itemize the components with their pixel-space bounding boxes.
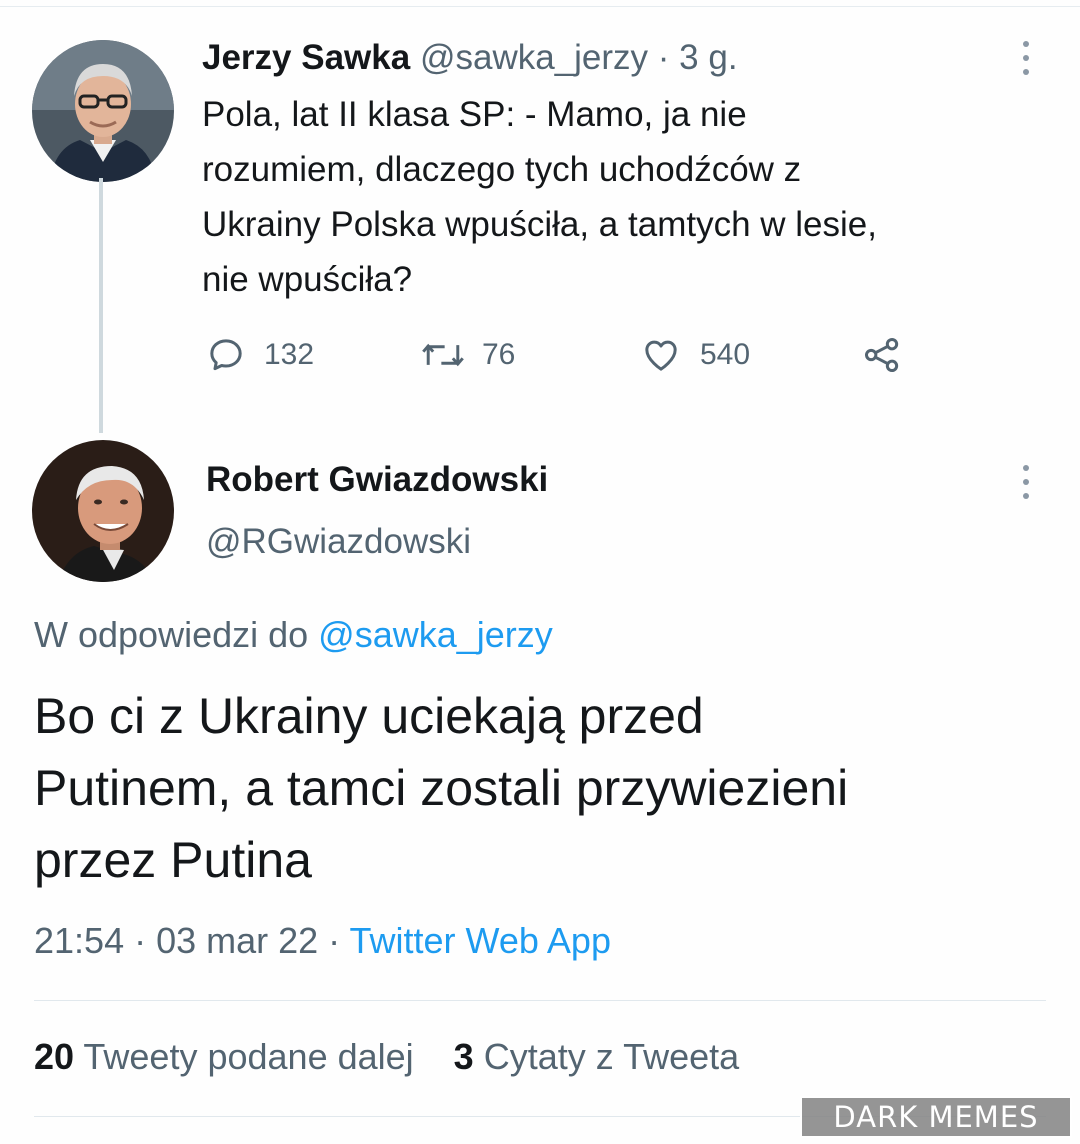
retweets-label: Tweety podane dalej xyxy=(83,1036,414,1077)
like-count: 540 xyxy=(700,338,751,371)
reply-meta: 21:54 · 03 mar 22 · Twitter Web App xyxy=(34,920,611,962)
divider xyxy=(34,1000,1046,1001)
retweet-icon xyxy=(422,343,464,367)
more-vertical-icon[interactable] xyxy=(1016,462,1036,502)
reply-author-handle[interactable]: @RGwiazdowski xyxy=(206,522,471,562)
avatar-image xyxy=(32,440,174,582)
reply-timestamp[interactable]: 21:54 · 03 mar 22 · xyxy=(34,920,350,961)
more-vertical-icon[interactable] xyxy=(1016,38,1036,78)
avatar-jerzy-sawka[interactable] xyxy=(32,40,174,182)
avatar-image xyxy=(32,40,174,182)
retweets-stat[interactable]: 20 Tweety podane dalej xyxy=(34,1036,414,1077)
reply-count: 132 xyxy=(264,338,315,371)
tweet-text-line: nie wpuściła? xyxy=(202,260,413,299)
tweet-text: Pola, lat II klasa SP: - Mamo, ja nie ro… xyxy=(202,87,1042,307)
reply-text-line: przez Putina xyxy=(34,832,312,888)
reply-mention-link[interactable]: @sawka_jerzy xyxy=(318,614,553,655)
avatar-robert-gwiazdowski[interactable] xyxy=(32,440,174,582)
tweet-text-line: Ukrainy Polska wpuściła, a tamtych w les… xyxy=(202,205,877,244)
tweet-time[interactable]: · 3 g. xyxy=(658,38,738,77)
tweet-thread-screenshot: Jerzy Sawka @sawka_jerzy · 3 g. Pola, la… xyxy=(0,0,1080,1144)
retweet-count: 76 xyxy=(482,338,516,371)
like-action[interactable]: 540 xyxy=(640,330,750,380)
reply-context: W odpowiedzi do @sawka_jerzy xyxy=(34,614,553,656)
tweet-text-line: Pola, lat II klasa SP: - Mamo, ja nie xyxy=(202,95,747,134)
author-handle[interactable]: @sawka_jerzy xyxy=(420,38,648,77)
reply-text-line: Putinem, a tamci zostali przywiezieni xyxy=(34,760,849,816)
reply-text-line: Bo ci z Ukrainy uciekają przed xyxy=(34,688,704,744)
quotes-stat[interactable]: 3 Cytaty z Tweeta xyxy=(454,1036,740,1077)
share-action[interactable] xyxy=(860,330,904,380)
reply-stats: 20 Tweety podane dalej 3 Cytaty z Tweeta xyxy=(34,1036,739,1078)
author-name[interactable]: Jerzy Sawka xyxy=(202,38,410,77)
quotes-label: Cytaty z Tweeta xyxy=(483,1036,740,1077)
reply-text: Bo ci z Ukrainy uciekają przed Putinem, … xyxy=(34,680,1054,896)
quotes-count: 3 xyxy=(453,1036,474,1077)
reply-source-link[interactable]: Twitter Web App xyxy=(350,920,611,961)
reply-prefix: W odpowiedzi do xyxy=(34,614,309,655)
tweet-text-line: rozumiem, dlaczego tych uchodźców z xyxy=(202,150,802,189)
thread-connector-line xyxy=(99,178,103,433)
reply-action[interactable]: 132 xyxy=(206,330,314,380)
heart-icon xyxy=(645,340,677,371)
top-divider xyxy=(0,0,1080,7)
share-icon xyxy=(865,338,899,372)
retweets-count: 20 xyxy=(34,1036,75,1077)
watermark-logo: DARK MEMES xyxy=(800,1096,1072,1138)
reply-author-name[interactable]: Robert Gwiazdowski xyxy=(206,460,548,500)
comment-icon xyxy=(210,339,242,371)
tweet-header: Jerzy Sawka @sawka_jerzy · 3 g. xyxy=(202,38,738,78)
retweet-action[interactable]: 76 xyxy=(420,330,515,380)
